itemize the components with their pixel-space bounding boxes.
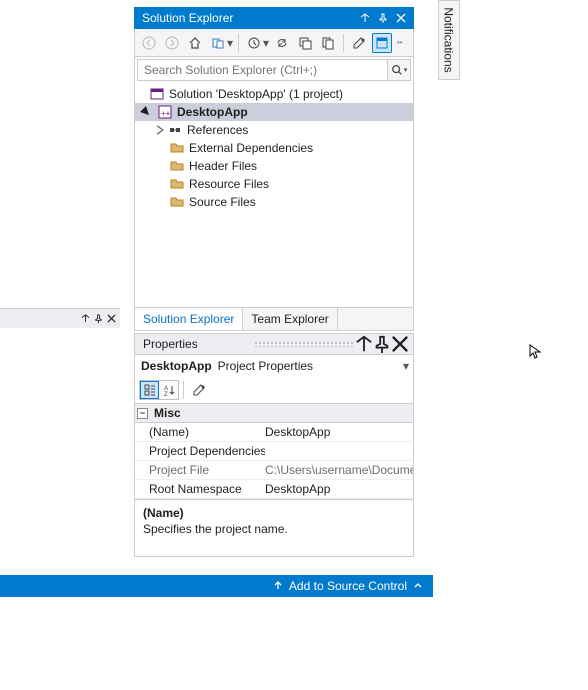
folder-icon <box>169 176 185 192</box>
solution-explorer-tree[interactable]: Solution 'DesktopApp' (1 project) ++ Des… <box>134 83 414 307</box>
pending-changes-icon[interactable] <box>244 33 264 53</box>
folder-icon <box>169 194 185 210</box>
references-icon <box>167 122 183 138</box>
separator <box>343 34 344 52</box>
dropdown-icon[interactable]: ▾ <box>263 36 269 50</box>
context-name: DesktopApp <box>141 359 218 373</box>
collapse-icon[interactable]: − <box>137 408 148 419</box>
tree-solution-node[interactable]: Solution 'DesktopApp' (1 project) <box>135 85 413 103</box>
properties-context-selector[interactable]: DesktopApp Project Properties ▾ <box>134 355 414 377</box>
property-pages-icon[interactable] <box>188 380 210 400</box>
property-row-project-file[interactable]: Project File C:\Users\username\Documents… <box>135 461 413 480</box>
window-menu-icon[interactable] <box>355 335 373 353</box>
solution-explorer-search: ▾ <box>134 57 414 83</box>
property-row-name[interactable]: (Name) DesktopApp <box>135 423 413 442</box>
svg-text:Z: Z <box>164 392 168 396</box>
cpp-project-icon: ++ <box>157 104 173 120</box>
grip <box>254 341 355 347</box>
preview-selected-icon[interactable] <box>372 33 392 53</box>
separator <box>238 34 239 52</box>
search-button[interactable]: ▾ <box>387 59 411 81</box>
description-title: (Name) <box>143 506 405 520</box>
categorized-icon[interactable] <box>140 381 159 399</box>
description-body: Specifies the project name. <box>143 520 405 536</box>
expander-closed-icon[interactable] <box>153 123 167 137</box>
property-row-dependencies[interactable]: Project Dependencies <box>135 442 413 461</box>
svg-text:++: ++ <box>161 109 171 118</box>
collapsed-panel-titlebar <box>0 308 120 328</box>
tab-solution-explorer[interactable]: Solution Explorer <box>135 308 243 330</box>
tree-header-files-node[interactable]: Header Files <box>135 157 413 175</box>
notifications-label: Notifications <box>442 7 456 72</box>
collapse-all-icon[interactable] <box>295 33 315 53</box>
properties-description: (Name) Specifies the project name. <box>134 499 414 557</box>
properties-grid: − Misc (Name) DesktopApp Project Depende… <box>134 403 414 499</box>
home-icon[interactable] <box>185 33 205 53</box>
search-input[interactable] <box>137 59 387 81</box>
tab-team-explorer[interactable]: Team Explorer <box>243 308 337 330</box>
dropdown-icon[interactable]: ▾ <box>227 36 233 50</box>
pin-icon[interactable] <box>374 9 392 27</box>
separator <box>183 381 184 399</box>
properties-title: Properties <box>143 337 244 351</box>
pin-icon[interactable] <box>94 312 103 326</box>
property-category-misc[interactable]: − Misc <box>135 403 413 423</box>
folder-icon <box>169 140 185 156</box>
notifications-side-tab[interactable]: Notifications <box>438 0 460 80</box>
solution-icon <box>149 86 165 102</box>
close-icon[interactable] <box>391 335 409 353</box>
forward-icon[interactable] <box>162 33 182 53</box>
window-menu-icon[interactable] <box>81 312 90 326</box>
pin-icon[interactable] <box>373 335 391 353</box>
chevron-up-icon[interactable] <box>413 579 423 593</box>
add-to-source-control-button[interactable]: Add to Source Control <box>289 579 407 593</box>
solution-explorer-toolbar: ▾ ▾ •• <box>134 29 414 57</box>
tree-external-deps-node[interactable]: External Dependencies <box>135 139 413 157</box>
properties-titlebar: Properties <box>134 333 414 355</box>
expander-open-icon[interactable] <box>139 105 153 119</box>
close-icon[interactable] <box>107 312 116 326</box>
properties-toolbar: AZ <box>134 377 414 403</box>
window-menu-icon[interactable] <box>356 9 374 27</box>
toolbar-overflow-icon[interactable]: •• <box>395 38 403 47</box>
tree-project-node[interactable]: ++ DesktopApp <box>135 103 413 121</box>
tool-window-tabs: Solution Explorer Team Explorer <box>134 307 414 331</box>
status-bar: Add to Source Control <box>0 575 433 597</box>
chevron-down-icon: ▾ <box>403 359 409 373</box>
alphabetical-icon[interactable]: AZ <box>159 381 178 399</box>
back-icon[interactable] <box>139 33 159 53</box>
property-row-root-namespace[interactable]: Root Namespace DesktopApp <box>135 480 413 499</box>
publish-icon <box>273 579 283 593</box>
tree-resource-files-node[interactable]: Resource Files <box>135 175 413 193</box>
solution-explorer-title: Solution Explorer <box>142 11 356 25</box>
mouse-cursor <box>529 344 545 360</box>
folder-icon <box>169 158 185 174</box>
solution-explorer-titlebar: Solution Explorer <box>134 7 414 29</box>
show-all-files-icon[interactable] <box>318 33 338 53</box>
sync-icon[interactable] <box>272 33 292 53</box>
tree-references-node[interactable]: References <box>135 121 413 139</box>
tree-source-files-node[interactable]: Source Files <box>135 193 413 211</box>
categorized-alphabetical-toggle[interactable]: AZ <box>139 380 179 400</box>
context-type: Project Properties <box>218 359 403 373</box>
close-icon[interactable] <box>392 9 410 27</box>
switch-views-icon[interactable] <box>208 33 228 53</box>
properties-icon[interactable] <box>349 33 369 53</box>
